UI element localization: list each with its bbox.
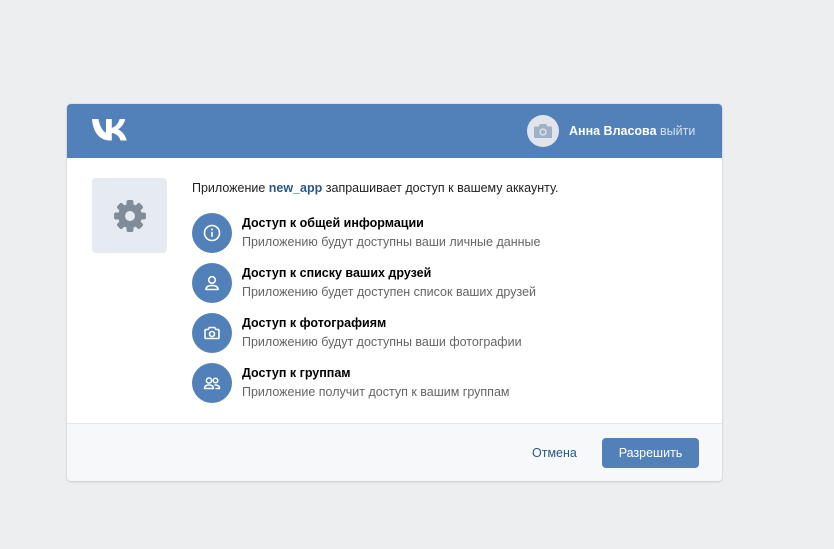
permission-icon-circle bbox=[192, 313, 232, 353]
permission-title: Доступ к группам bbox=[242, 366, 351, 380]
dialog-header: Анна Власова выйти bbox=[67, 104, 722, 158]
permission-title: Доступ к общей информации bbox=[242, 216, 424, 230]
user-icon bbox=[205, 275, 219, 291]
logout-link[interactable]: выйти bbox=[660, 123, 695, 139]
request-suffix: запрашивает доступ к вашему аккаунту. bbox=[322, 181, 559, 195]
request-prefix: Приложение bbox=[192, 181, 269, 195]
oauth-dialog: Анна Власова выйти Приложение new_app за… bbox=[67, 104, 722, 481]
avatar[interactable] bbox=[527, 115, 559, 147]
info-icon bbox=[203, 224, 221, 242]
permission-icon-circle bbox=[192, 363, 232, 403]
permission-photos: Доступ к фотографиям Приложению будут до… bbox=[192, 313, 672, 353]
camera-icon bbox=[204, 326, 220, 340]
permission-general-info: Доступ к общей информации Приложению буд… bbox=[192, 213, 672, 253]
permission-icon-circle bbox=[192, 263, 232, 303]
permission-description: Приложению будут доступны ваши личные да… bbox=[242, 235, 541, 249]
user-name[interactable]: Анна Власова bbox=[569, 123, 657, 139]
request-text: Приложение new_app запрашивает доступ к … bbox=[192, 180, 558, 196]
allow-button[interactable]: Разрешить bbox=[602, 438, 699, 468]
permission-description: Приложению будет доступен список ваших д… bbox=[242, 285, 537, 299]
camera-icon bbox=[534, 124, 552, 138]
permission-title: Доступ к фотографиям bbox=[242, 316, 387, 330]
dialog-footer: Отмена Разрешить bbox=[67, 423, 722, 481]
permission-friends: Доступ к списку ваших друзей Приложению … bbox=[192, 263, 672, 303]
permission-description: Приложению будут доступны ваши фотографи… bbox=[242, 335, 522, 349]
gear-icon bbox=[114, 200, 146, 232]
vk-logo[interactable] bbox=[91, 117, 133, 143]
users-icon bbox=[203, 377, 221, 390]
permission-description: Приложение получит доступ к вашим группа… bbox=[242, 385, 510, 399]
permission-groups: Доступ к группам Приложение получит дост… bbox=[192, 363, 672, 403]
permission-title: Доступ к списку ваших друзей bbox=[242, 266, 432, 280]
permission-icon-circle bbox=[192, 213, 232, 253]
app-name-link[interactable]: new_app bbox=[269, 181, 323, 195]
cancel-button[interactable]: Отмена bbox=[532, 445, 577, 461]
app-icon bbox=[92, 178, 167, 253]
